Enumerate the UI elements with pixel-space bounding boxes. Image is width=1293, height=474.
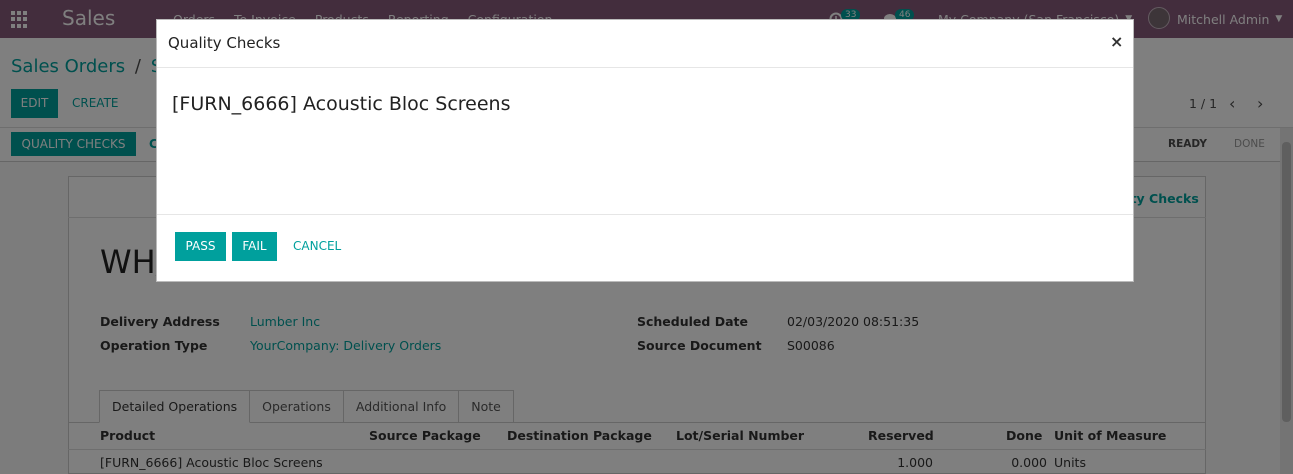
pass-button[interactable]: PASS (175, 232, 226, 261)
quality-check-product: [FURN_6666] Acoustic Bloc Screens (172, 93, 511, 115)
modal-footer: PASS FAIL CANCEL (157, 214, 1133, 282)
close-icon[interactable]: × (1110, 32, 1123, 51)
modal-title: Quality Checks (168, 34, 281, 52)
fail-button[interactable]: FAIL (232, 232, 277, 261)
cancel-button[interactable]: CANCEL (293, 239, 341, 253)
quality-checks-dialog: Quality Checks × [FURN_6666] Acoustic Bl… (156, 19, 1134, 282)
modal-header: Quality Checks × (157, 20, 1133, 68)
